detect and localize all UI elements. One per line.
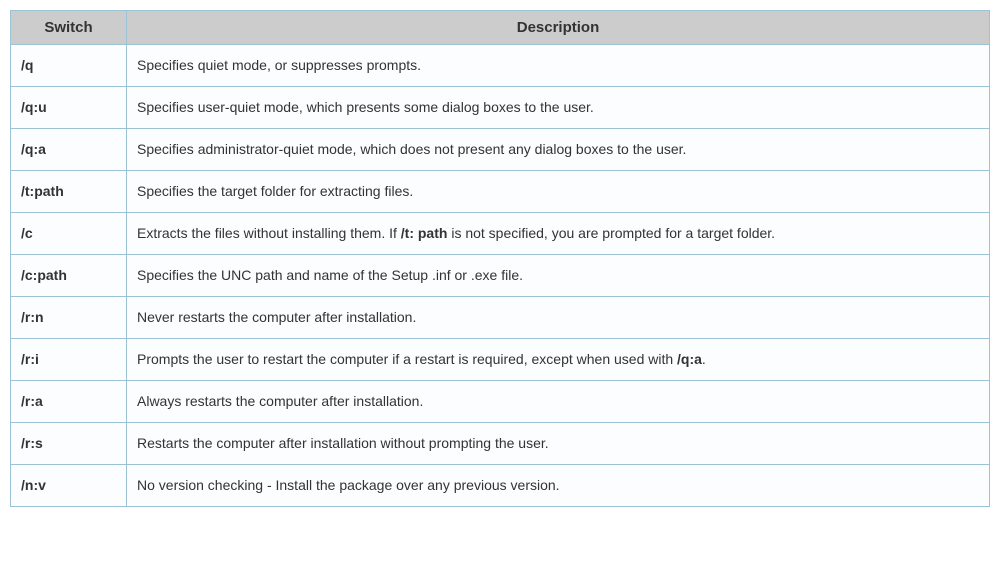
description-text: Specifies user-quiet mode, which present… (137, 99, 594, 115)
description-cell: Specifies user-quiet mode, which present… (127, 87, 990, 129)
header-switch: Switch (11, 11, 127, 45)
description-text: Prompts the user to restart the computer… (137, 351, 677, 367)
description-bold-text: /t: path (401, 225, 448, 241)
description-cell: Specifies quiet mode, or suppresses prom… (127, 45, 990, 87)
switch-cell: /c:path (11, 255, 127, 297)
description-cell: Always restarts the computer after insta… (127, 381, 990, 423)
switch-cell: /q:a (11, 129, 127, 171)
description-text: Specifies quiet mode, or suppresses prom… (137, 57, 421, 73)
table-row: /c Extracts the files without installing … (11, 213, 990, 255)
table-row: /q Specifies quiet mode, or suppresses pr… (11, 45, 990, 87)
description-text: No version checking - Install the packag… (137, 477, 560, 493)
description-text: Specifies the target folder for extracti… (137, 183, 413, 199)
table-row: /r:a Always restarts the computer after i… (11, 381, 990, 423)
switch-cell: /r:i (11, 339, 127, 381)
table-row: /q:u Specifies user-quiet mode, which pre… (11, 87, 990, 129)
description-cell: Specifies the target folder for extracti… (127, 171, 990, 213)
table-row: /t:path Specifies the target folder for e… (11, 171, 990, 213)
header-description: Description (127, 11, 990, 45)
switch-cell: /r:a (11, 381, 127, 423)
table-row: /r:i Prompts the user to restart the comp… (11, 339, 990, 381)
description-text: Restarts the computer after installation… (137, 435, 549, 451)
description-text: Always restarts the computer after insta… (137, 393, 423, 409)
switch-cell: /q:u (11, 87, 127, 129)
table-header-row: Switch Description (11, 11, 990, 45)
description-cell: Never restarts the computer after instal… (127, 297, 990, 339)
table-row: /c:path Specifies the UNC path and name o… (11, 255, 990, 297)
table-row: /r:s Restarts the computer after installa… (11, 423, 990, 465)
description-cell: Extracts the files without installing th… (127, 213, 990, 255)
description-bold-text: /q:a (677, 351, 702, 367)
description-cell: Prompts the user to restart the computer… (127, 339, 990, 381)
switch-cell: /q (11, 45, 127, 87)
description-cell: Specifies administrator-quiet mode, whic… (127, 129, 990, 171)
description-cell: Specifies the UNC path and name of the S… (127, 255, 990, 297)
switch-cell: /r:n (11, 297, 127, 339)
description-text: Specifies the UNC path and name of the S… (137, 267, 523, 283)
table-row: /q:a Specifies administrator-quiet mode, … (11, 129, 990, 171)
description-text: is not specified, you are prompted for a… (447, 225, 775, 241)
description-text: Specifies administrator-quiet mode, whic… (137, 141, 686, 157)
switch-cell: /n:v (11, 465, 127, 507)
switch-cell: /c (11, 213, 127, 255)
description-text: . (702, 351, 706, 367)
switch-cell: /t:path (11, 171, 127, 213)
description-text: Extracts the files without installing th… (137, 225, 401, 241)
table-row: /r:n Never restarts the computer after in… (11, 297, 990, 339)
description-text: Never restarts the computer after instal… (137, 309, 416, 325)
table-row: /n:v No version checking - Install the pa… (11, 465, 990, 507)
switches-table: Switch Description /q Specifies quiet mod… (10, 10, 990, 507)
description-cell: No version checking - Install the packag… (127, 465, 990, 507)
description-cell: Restarts the computer after installation… (127, 423, 990, 465)
switch-cell: /r:s (11, 423, 127, 465)
